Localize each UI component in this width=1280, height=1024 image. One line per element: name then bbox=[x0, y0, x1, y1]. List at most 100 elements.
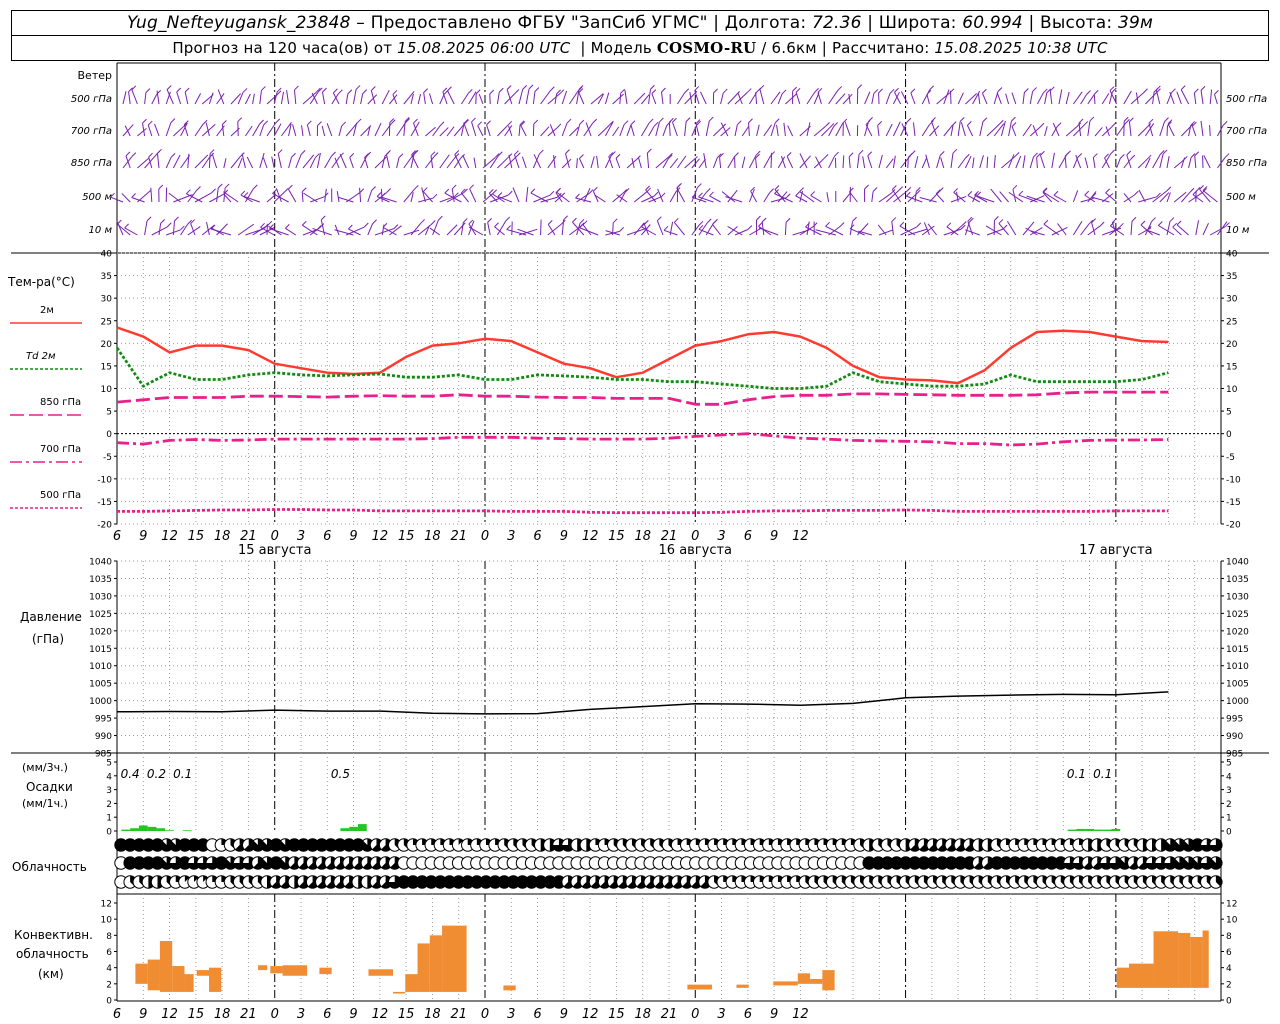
conv-bar bbox=[417, 943, 430, 992]
wind-barb-flag bbox=[592, 186, 598, 192]
wind-barb-flag bbox=[497, 192, 503, 197]
wind-barb-flag bbox=[575, 193, 580, 199]
wind-barb bbox=[477, 125, 484, 137]
wind-barb-flag bbox=[1148, 118, 1154, 124]
wind-barb bbox=[720, 92, 724, 105]
y-tick-label: 4 bbox=[1226, 772, 1232, 782]
conv-bar bbox=[172, 966, 185, 992]
x-tick-label: 6 bbox=[744, 1007, 752, 1022]
wind-barb-flag bbox=[432, 193, 438, 199]
x-tick-label: 9 bbox=[139, 529, 147, 544]
wind-barb bbox=[783, 122, 786, 137]
conv-bar bbox=[773, 981, 798, 986]
x-tick-label: 12 bbox=[372, 529, 389, 544]
wind-barb bbox=[208, 153, 211, 169]
wind-barb bbox=[1022, 155, 1026, 169]
y-tick-label: 35 bbox=[101, 272, 112, 282]
y-tick-label: 2 bbox=[106, 800, 112, 810]
wind-barb-flag bbox=[489, 89, 495, 95]
wind-barb bbox=[151, 94, 158, 105]
wind-barb-flag bbox=[547, 220, 553, 225]
wind-barb-flag bbox=[157, 148, 162, 154]
wind-barb-flag bbox=[952, 148, 958, 154]
wind-barb bbox=[165, 91, 171, 105]
wind-barb bbox=[786, 156, 794, 169]
wind-barb bbox=[469, 188, 477, 203]
wind-barb bbox=[981, 93, 988, 105]
wind-barb bbox=[1044, 126, 1048, 137]
wind-barb bbox=[1049, 90, 1053, 105]
wind-barb-flag bbox=[877, 121, 883, 126]
wind-barb-flag bbox=[722, 88, 728, 94]
wind-barb-flag bbox=[946, 222, 952, 228]
wind-barb-flag bbox=[907, 152, 913, 158]
wind-barb-flag bbox=[507, 120, 513, 126]
x-tick-label: 21 bbox=[240, 529, 257, 544]
wind-barb-flag bbox=[823, 153, 829, 159]
y-tick-label: 1040 bbox=[89, 558, 112, 568]
wind-barb-flag bbox=[1053, 190, 1059, 196]
y-tick-label: 1 bbox=[1226, 814, 1232, 824]
wind-barb bbox=[624, 90, 628, 105]
wind-barb-flag bbox=[1176, 220, 1182, 226]
y-tick-label: 1040 bbox=[1226, 558, 1249, 568]
wind-barb-flag bbox=[386, 150, 391, 155]
wind-barb bbox=[1216, 125, 1224, 137]
wind-barb-flag bbox=[1157, 221, 1163, 226]
precip-bar bbox=[1076, 828, 1086, 831]
wind-barb-flag bbox=[196, 186, 201, 191]
wind-barb-flag bbox=[656, 216, 662, 222]
y-tick-label: 1030 bbox=[89, 592, 112, 602]
wind-barb bbox=[590, 156, 595, 169]
wind-barb-flag bbox=[320, 215, 326, 221]
wind-barb bbox=[142, 123, 146, 137]
wind-barb bbox=[957, 121, 961, 137]
wind-barb-flag bbox=[176, 87, 182, 93]
wind-barb-flag bbox=[792, 86, 797, 92]
wind-barb bbox=[211, 153, 218, 169]
wind-barb bbox=[172, 154, 181, 169]
wind-barb-flag bbox=[514, 150, 519, 156]
wind-barb-flag bbox=[1172, 222, 1178, 228]
wind-barb-flag bbox=[1199, 185, 1204, 190]
wind-barb bbox=[489, 155, 499, 169]
wind-barb-flag bbox=[825, 121, 830, 127]
wind-barb-flag bbox=[894, 87, 899, 93]
wind-barb bbox=[756, 124, 760, 137]
wind-barb-flag bbox=[237, 117, 243, 122]
wind-barb bbox=[1191, 125, 1197, 137]
wind-barb bbox=[385, 154, 390, 169]
wind-barb bbox=[561, 219, 565, 236]
precip-ylabel-title: Осадки bbox=[26, 780, 73, 794]
wind-barb bbox=[463, 122, 470, 137]
wind-barb bbox=[755, 92, 758, 105]
wind-barb bbox=[1128, 121, 1132, 137]
wind-barb bbox=[237, 157, 243, 169]
wind-barb bbox=[1000, 120, 1006, 137]
wind-barb bbox=[986, 156, 989, 169]
wind-barb-flag bbox=[659, 117, 664, 123]
wind-barb bbox=[925, 154, 930, 169]
wind-barb bbox=[147, 124, 153, 137]
wind-barb-flag bbox=[147, 120, 153, 126]
wind-barb bbox=[446, 192, 464, 203]
y-tick-label: 990 bbox=[1226, 732, 1243, 742]
y-tick-label: 5 bbox=[106, 408, 112, 418]
wind-barb-flag bbox=[572, 217, 577, 223]
wind-barb-flag bbox=[663, 225, 669, 231]
wind-barb-flag bbox=[166, 222, 172, 228]
wind-barb bbox=[1072, 190, 1079, 203]
y-tick-label: 10 bbox=[101, 916, 113, 926]
wind-barb-flag bbox=[1146, 154, 1152, 160]
wind-barb bbox=[865, 124, 873, 137]
wind-barb bbox=[128, 91, 131, 105]
wind-barb-flag bbox=[420, 219, 425, 224]
conv-bar bbox=[270, 966, 283, 974]
wind-barb bbox=[396, 157, 400, 169]
wind-barb bbox=[137, 128, 147, 137]
wind-barb bbox=[700, 91, 707, 105]
wind-barb bbox=[885, 93, 891, 105]
wind-barb-flag bbox=[422, 187, 428, 192]
wind-barb bbox=[676, 155, 687, 169]
wind-barb bbox=[1064, 156, 1067, 169]
